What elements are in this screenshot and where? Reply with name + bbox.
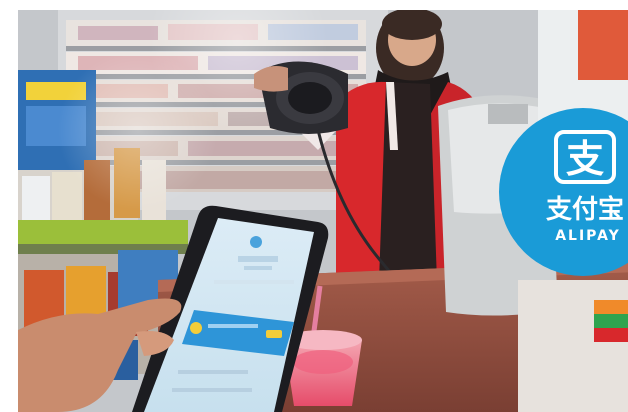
alipay-logo-glyph: 支 (566, 137, 604, 181)
photo-scene: 支 支付宝 ALIPAY (18, 10, 628, 412)
alipay-sign-chinese: 支付宝 (546, 194, 624, 225)
alipay-sign-latin: ALIPAY (555, 228, 621, 244)
